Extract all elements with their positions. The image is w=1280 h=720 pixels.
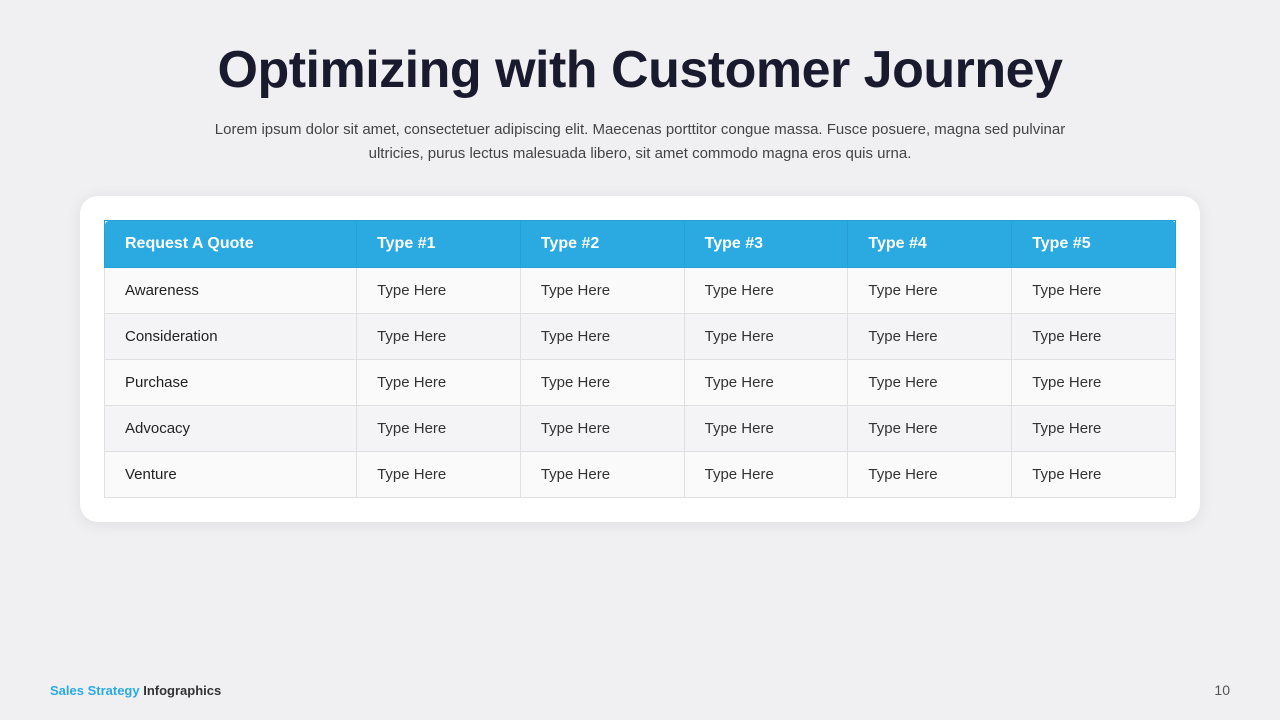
row-3-col-2: Type Here [684,406,848,452]
row-2-col-3: Type Here [848,360,1012,406]
table-container: Request A Quote Type #1 Type #2 Type #3 … [80,196,1200,522]
page-subtitle: Lorem ipsum dolor sit amet, consectetuer… [210,118,1070,166]
row-4-col-0: Type Here [357,452,521,498]
col-header-0: Request A Quote [105,221,357,268]
row-2-col-1: Type Here [520,360,684,406]
col-header-5: Type #5 [1012,221,1176,268]
row-1-col-0: Type Here [357,314,521,360]
row-2-col-0: Type Here [357,360,521,406]
footer-page-number: 10 [1214,682,1230,698]
row-1-col-1: Type Here [520,314,684,360]
row-1-col-4: Type Here [1012,314,1176,360]
row-1-col-2: Type Here [684,314,848,360]
footer-brand: Sales Strategy Infographics [50,683,221,698]
row-4-col-1: Type Here [520,452,684,498]
col-header-4: Type #4 [848,221,1012,268]
footer: Sales Strategy Infographics 10 [50,682,1230,698]
row-3-col-0: Type Here [357,406,521,452]
row-0-col-0: Type Here [357,268,521,314]
row-0-col-4: Type Here [1012,268,1176,314]
col-header-2: Type #2 [520,221,684,268]
row-4-col-2: Type Here [684,452,848,498]
row-0-col-2: Type Here [684,268,848,314]
page-title: Optimizing with Customer Journey [218,40,1063,100]
footer-brand-dark: Infographics [140,683,222,698]
page: Optimizing with Customer Journey Lorem i… [0,0,1280,720]
table-row: ConsiderationType HereType HereType Here… [105,314,1176,360]
table-row: PurchaseType HereType HereType HereType … [105,360,1176,406]
row-3-label: Advocacy [105,406,357,452]
row-1-col-3: Type Here [848,314,1012,360]
row-0-col-3: Type Here [848,268,1012,314]
row-0-col-1: Type Here [520,268,684,314]
row-2-label: Purchase [105,360,357,406]
col-header-1: Type #1 [357,221,521,268]
table-row: AwarenessType HereType HereType HereType… [105,268,1176,314]
row-4-col-3: Type Here [848,452,1012,498]
row-3-col-3: Type Here [848,406,1012,452]
row-4-label: Venture [105,452,357,498]
footer-brand-blue: Sales Strategy [50,683,140,698]
row-2-col-2: Type Here [684,360,848,406]
main-table: Request A Quote Type #1 Type #2 Type #3 … [104,220,1176,498]
row-2-col-4: Type Here [1012,360,1176,406]
row-0-label: Awareness [105,268,357,314]
row-1-label: Consideration [105,314,357,360]
row-3-col-4: Type Here [1012,406,1176,452]
table-row: AdvocacyType HereType HereType HereType … [105,406,1176,452]
col-header-3: Type #3 [684,221,848,268]
row-3-col-1: Type Here [520,406,684,452]
table-header-row: Request A Quote Type #1 Type #2 Type #3 … [105,221,1176,268]
table-row: VentureType HereType HereType HereType H… [105,452,1176,498]
row-4-col-4: Type Here [1012,452,1176,498]
